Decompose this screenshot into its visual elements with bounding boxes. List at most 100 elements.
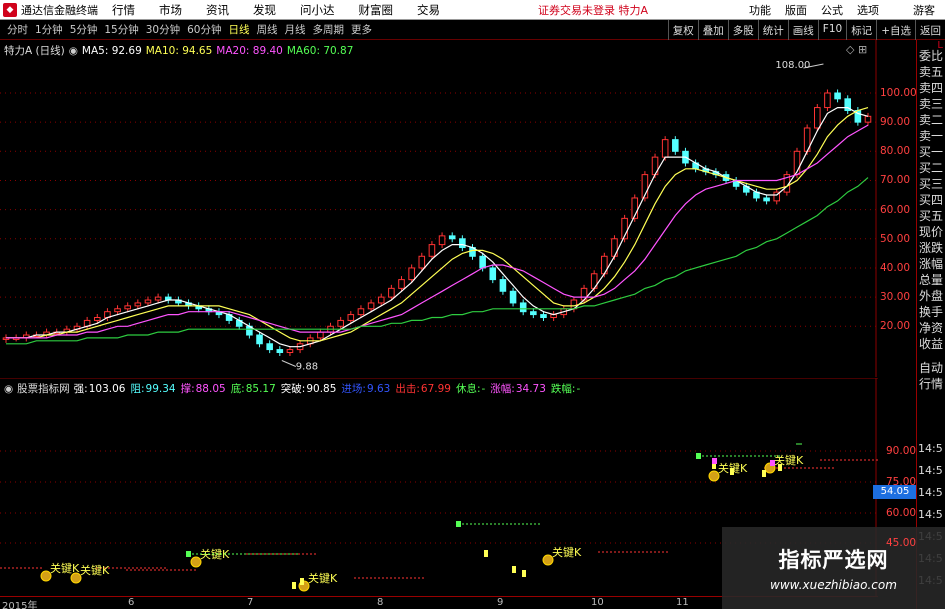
indicator-value: 67.99 bbox=[420, 383, 451, 395]
guest-user[interactable]: 游客 bbox=[913, 2, 935, 18]
entry-marker bbox=[186, 551, 191, 557]
price-chart[interactable]: 108.00 9.88 bbox=[0, 40, 878, 377]
indicator-value: 88.05 bbox=[195, 383, 226, 395]
period-monthly[interactable]: 月线 bbox=[285, 22, 306, 37]
signal-bar bbox=[778, 464, 782, 471]
key-k-signal-label: 关键K bbox=[80, 563, 110, 577]
quote-field-label: 买二 bbox=[919, 161, 944, 175]
candle bbox=[154, 296, 162, 301]
date-label: 10 bbox=[591, 597, 604, 608]
candle bbox=[489, 267, 497, 281]
candle bbox=[540, 314, 547, 319]
overlay-button[interactable]: 叠加 bbox=[697, 20, 728, 40]
price-tick-label: 90.00 bbox=[880, 116, 911, 129]
candle bbox=[286, 349, 294, 354]
indicator-value: 85.17 bbox=[245, 383, 276, 395]
menu-news[interactable]: 资讯 bbox=[206, 2, 229, 18]
period-more[interactable]: 更多 bbox=[351, 22, 372, 37]
signal-bar bbox=[522, 570, 526, 577]
period-5min[interactable]: 5分钟 bbox=[70, 22, 98, 37]
indicator-label: 强: bbox=[73, 383, 88, 395]
quote-field-label[interactable]: 自动 bbox=[917, 360, 943, 376]
candle bbox=[398, 279, 405, 289]
date-label: 2015年 bbox=[2, 601, 38, 609]
entry-marker bbox=[696, 453, 701, 459]
indicator-label: 阻: bbox=[130, 383, 145, 395]
candle bbox=[418, 255, 426, 269]
indicator-tick-label: 45.00 bbox=[886, 537, 917, 549]
menu-wealth[interactable]: 财富圈 bbox=[359, 2, 394, 18]
toggle-icon[interactable]: ◉ bbox=[69, 45, 78, 57]
period-multi[interactable]: 多周期 bbox=[313, 22, 345, 37]
quote-field-label: 卖三 bbox=[919, 97, 944, 111]
ma60-label: MA60: 70.87 bbox=[286, 44, 354, 57]
menu-formula[interactable]: 公式 bbox=[821, 2, 843, 18]
candle bbox=[509, 290, 517, 304]
candle bbox=[357, 308, 365, 316]
menu-market[interactable]: 行情 bbox=[112, 2, 135, 18]
indicator-label: 底: bbox=[230, 383, 245, 395]
candle bbox=[266, 343, 273, 351]
chart-options-icon[interactable]: ◇ ⊞ bbox=[846, 43, 867, 56]
quote-field-label: 买一 bbox=[919, 145, 944, 159]
period-intraday[interactable]: 分时 bbox=[7, 22, 28, 37]
menu-bar: ◆ 通达信金融终端 行情 市场 资讯 发现 问小达 财富圈 交易 证券交易未登录… bbox=[0, 0, 945, 20]
period-daily[interactable]: 日线 bbox=[229, 22, 250, 37]
indicator-label: 突破: bbox=[280, 383, 306, 395]
tick-time: 14:5 bbox=[918, 442, 943, 455]
menu-markets[interactable]: 市场 bbox=[159, 2, 182, 18]
low-price-label: 9.88 bbox=[296, 362, 318, 373]
quote-field-label: 收益 bbox=[919, 337, 944, 351]
menu-layout[interactable]: 版面 bbox=[785, 2, 807, 18]
price-tick-label: 100.00 bbox=[880, 86, 917, 99]
indicator-toggle-icon[interactable]: ◉ bbox=[4, 383, 13, 395]
ma5-label: MA5: 92.69 bbox=[81, 44, 142, 57]
indicator-label: 撑: bbox=[180, 383, 195, 395]
highlight-bar bbox=[712, 458, 717, 464]
period-weekly[interactable]: 周线 bbox=[257, 22, 278, 37]
date-label: 11 bbox=[676, 597, 689, 608]
menu-function[interactable]: 功能 bbox=[749, 2, 771, 18]
quote-field-label: 卖一 bbox=[919, 129, 944, 143]
date-label: 8 bbox=[377, 597, 384, 608]
period-1min[interactable]: 1分钟 bbox=[35, 22, 63, 37]
draw-button[interactable]: 画线 bbox=[787, 20, 818, 40]
high-price-label: 108.00 bbox=[775, 60, 810, 71]
quote-field-label[interactable]: 行情 bbox=[917, 376, 943, 392]
adjust-button[interactable]: 复权 bbox=[667, 20, 698, 40]
quote-field-label: 卖五 bbox=[919, 65, 944, 79]
candle bbox=[276, 349, 284, 354]
stats-button[interactable]: 统计 bbox=[757, 20, 788, 40]
candle bbox=[347, 314, 355, 321]
candle bbox=[814, 107, 821, 129]
mark-button[interactable]: 标记 bbox=[846, 20, 876, 40]
candle bbox=[834, 92, 841, 100]
quote-field-label: 买五 bbox=[919, 209, 944, 223]
signal-bar bbox=[292, 582, 296, 589]
back-button[interactable]: 返回 bbox=[915, 20, 945, 40]
quote-field-label: 总量 bbox=[919, 273, 944, 287]
period-15min[interactable]: 15分钟 bbox=[104, 22, 138, 37]
quote-field-label: 涨幅 bbox=[919, 257, 944, 271]
add-watchlist-button[interactable]: +自选 bbox=[876, 20, 915, 40]
indicator-value: 9.63 bbox=[366, 383, 391, 395]
multi-stock-button[interactable]: 多股 bbox=[727, 20, 758, 40]
candle bbox=[428, 244, 436, 257]
price-tick-label: 20.00 bbox=[880, 320, 911, 333]
quote-field-label: 涨跌 bbox=[919, 241, 944, 255]
date-label: 9 bbox=[497, 597, 504, 608]
key-k-signal-label: 关键K bbox=[552, 545, 582, 559]
price-tick-label: 50.00 bbox=[880, 232, 911, 245]
menu-ask[interactable]: 问小达 bbox=[300, 2, 335, 18]
f10-button[interactable]: F10 bbox=[817, 20, 846, 40]
login-notice[interactable]: 证券交易未登录 特力A bbox=[538, 2, 648, 18]
indicator-legend: ◉ 股票指标网 强:103.06 阻:99.34 撑:88.05 底:85.17 突破:… bbox=[4, 381, 589, 396]
period-60min[interactable]: 60分钟 bbox=[187, 22, 221, 37]
menu-options[interactable]: 选项 bbox=[857, 2, 879, 18]
period-30min[interactable]: 30分钟 bbox=[146, 22, 180, 37]
menu-trade[interactable]: 交易 bbox=[417, 2, 440, 18]
candle bbox=[256, 334, 263, 345]
period-toolbar: 分时 1分钟 5分钟 15分钟 30分钟 60分钟 日线 周线 月线 多周期 更… bbox=[0, 20, 945, 40]
menu-discover[interactable]: 发现 bbox=[253, 2, 276, 18]
date-label: 7 bbox=[247, 597, 254, 608]
